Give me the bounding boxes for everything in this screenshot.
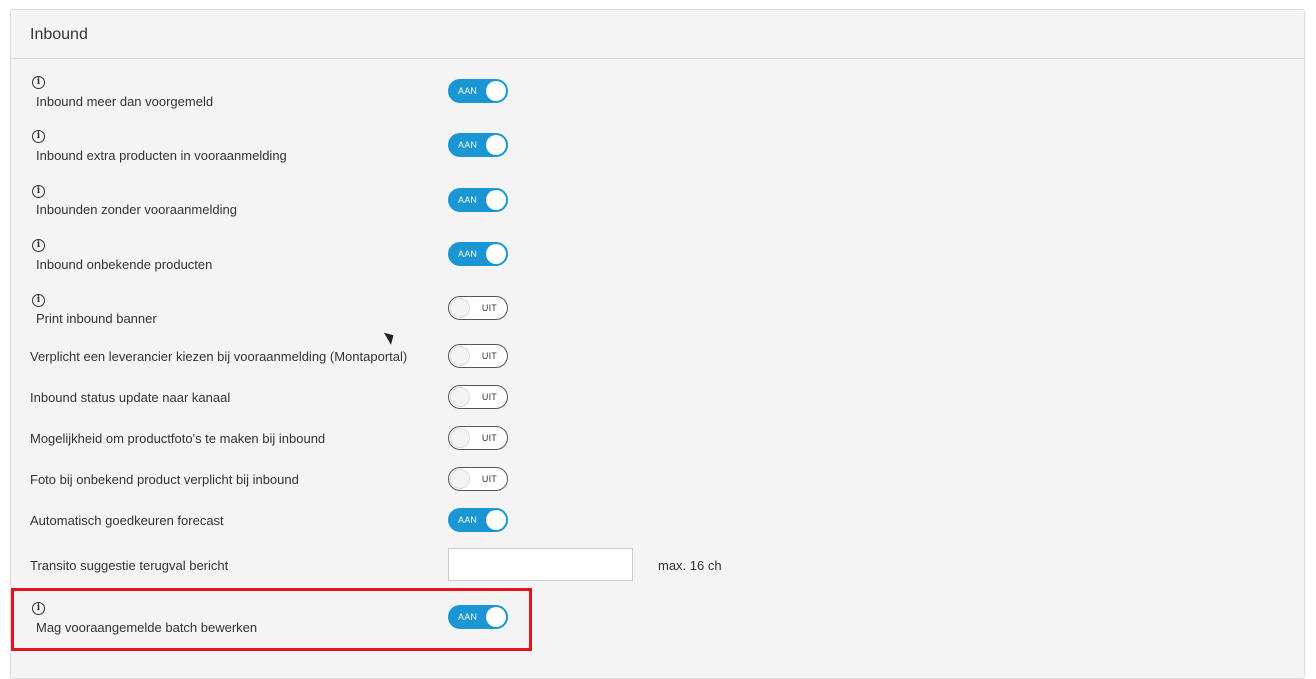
panel-header: Inbound	[11, 10, 1304, 59]
toggle-inbound-onbekende-producten[interactable]: AAN	[448, 242, 508, 266]
toggle-knob	[486, 81, 506, 101]
max-length-hint: max. 16 ch	[658, 558, 722, 573]
toggle-text: UIT	[481, 433, 497, 443]
info-icon[interactable]: i	[32, 130, 45, 143]
toggle-text: AAN	[458, 195, 478, 205]
info-icon[interactable]: i	[32, 602, 45, 615]
toggle-text: UIT	[481, 392, 497, 402]
toggle-verplicht-leverancier[interactable]: UIT	[448, 344, 508, 368]
toggle-productfotos[interactable]: UIT	[448, 426, 508, 450]
setting-label: Transito suggestie terugval bericht	[30, 558, 229, 573]
toggle-text: AAN	[458, 86, 478, 96]
setting-label: Verplicht een leverancier kiezen bij voo…	[30, 349, 408, 364]
setting-label: Inbound onbekende producten	[36, 257, 213, 272]
toggle-print-inbound-banner[interactable]: UIT	[448, 296, 508, 320]
panel-title: Inbound	[30, 26, 88, 43]
toggle-text: AAN	[458, 249, 478, 259]
setting-label: Inbound meer dan voorgemeld	[36, 94, 214, 109]
toggle-knob	[450, 469, 470, 489]
toggle-text: UIT	[481, 474, 497, 484]
toggle-foto-onbekend-product[interactable]: UIT	[448, 467, 508, 491]
toggle-inbounden-zonder-vooraanmelding[interactable]: AAN	[448, 188, 508, 212]
setting-label: Inbound status update naar kanaal	[30, 390, 231, 405]
toggle-text: AAN	[458, 612, 478, 622]
setting-label: Automatisch goedkeuren forecast	[30, 513, 224, 528]
setting-label: Print inbound banner	[36, 311, 157, 326]
toggle-knob	[486, 510, 506, 530]
setting-label: Mag vooraangemelde batch bewerken	[36, 620, 258, 635]
toggle-inbound-meer-dan-voorgemeld[interactable]: AAN	[448, 79, 508, 103]
setting-label: Inbounden zonder vooraanmelding	[36, 202, 237, 217]
toggle-knob	[486, 135, 506, 155]
toggle-mag-vooraangemelde-batch[interactable]: AAN	[448, 605, 508, 629]
setting-label: Foto bij onbekend product verplicht bij …	[30, 472, 299, 487]
toggle-knob	[486, 244, 506, 264]
info-icon[interactable]: i	[32, 239, 45, 252]
setting-label: Mogelijkheid om productfoto's te maken b…	[30, 431, 326, 446]
info-icon[interactable]: i	[32, 185, 45, 198]
toggle-knob	[450, 346, 470, 366]
toggle-automatisch-goedkeuren[interactable]: AAN	[448, 508, 508, 532]
toggle-knob	[450, 387, 470, 407]
toggle-text: AAN	[458, 515, 478, 525]
toggle-knob	[486, 190, 506, 210]
toggle-text: UIT	[481, 351, 497, 361]
toggle-text: UIT	[481, 303, 497, 313]
toggle-knob	[450, 298, 470, 318]
toggle-knob	[486, 607, 506, 627]
toggle-inbound-status-update[interactable]: UIT	[448, 385, 508, 409]
inbound-settings-panel: Inbound i Inbound meer dan voorgemeld AA…	[10, 9, 1305, 679]
toggle-text: AAN	[458, 140, 478, 150]
toggle-inbound-extra-producten[interactable]: AAN	[448, 133, 508, 157]
setting-label: Inbound extra producten in vooraanmeldin…	[36, 148, 287, 163]
info-icon[interactable]: i	[32, 294, 45, 307]
transito-suggestie-input[interactable]	[448, 548, 633, 581]
info-icon[interactable]: i	[32, 76, 45, 89]
toggle-knob	[450, 428, 470, 448]
